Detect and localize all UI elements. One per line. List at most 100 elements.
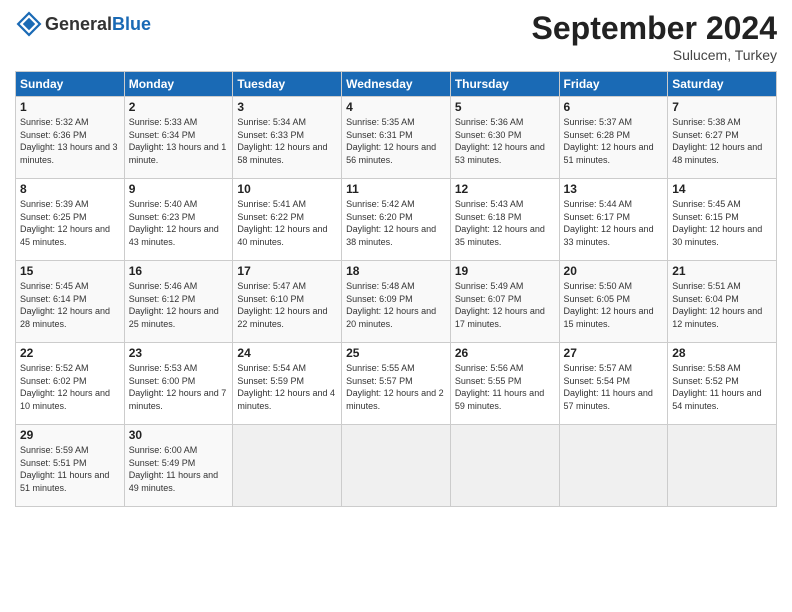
day-number: 22 <box>20 346 120 360</box>
day-info: Sunrise: 5:55 AM Sunset: 5:57 PM Dayligh… <box>346 362 446 412</box>
table-row: 22Sunrise: 5:52 AM Sunset: 6:02 PM Dayli… <box>16 343 125 425</box>
table-row <box>450 425 559 507</box>
day-number: 25 <box>346 346 446 360</box>
table-row: 16 Sunrise: 5:46 AM Sunset: 6:12 PM Dayli… <box>124 261 233 343</box>
table-row: 21 Sunrise: 5:51 AM Sunset: 6:04 PM Dayli… <box>668 261 777 343</box>
day-info: Sunrise: 5:50 AM Sunset: 6:05 PM Dayligh… <box>564 280 664 330</box>
logo: GeneralBlue <box>15 10 151 38</box>
table-row: 24 Sunrise: 5:54 AM Sunset: 5:59 PM Dayli… <box>233 343 342 425</box>
day-number: 9 <box>129 182 229 196</box>
day-number: 8 <box>20 182 120 196</box>
day-info: Sunrise: 5:51 AM Sunset: 6:04 PM Dayligh… <box>672 280 772 330</box>
table-row: 25 Sunrise: 5:55 AM Sunset: 5:57 PM Dayli… <box>342 343 451 425</box>
calendar-week: 8 Sunrise: 5:39 AM Sunset: 6:25 PM Daylig… <box>16 179 777 261</box>
day-info: Sunrise: 5:37 AM Sunset: 6:28 PM Dayligh… <box>564 116 664 166</box>
day-info: Sunrise: 5:58 AM Sunset: 5:52 PM Dayligh… <box>672 362 772 412</box>
table-row: 15 Sunrise: 5:45 AM Sunset: 6:14 PM Dayli… <box>16 261 125 343</box>
table-row: 3 Sunrise: 5:34 AM Sunset: 6:33 PM Daylig… <box>233 97 342 179</box>
table-row: 27Sunrise: 5:57 AM Sunset: 5:54 PM Dayli… <box>559 343 668 425</box>
table-row: 9 Sunrise: 5:40 AM Sunset: 6:23 PM Daylig… <box>124 179 233 261</box>
table-row: 30Sunrise: 6:00 AM Sunset: 5:49 PM Dayli… <box>124 425 233 507</box>
table-row: 28 Sunrise: 5:58 AM Sunset: 5:52 PM Dayli… <box>668 343 777 425</box>
table-row <box>559 425 668 507</box>
logo-text: GeneralBlue <box>45 14 151 35</box>
day-info: Sunrise: 5:45 AM Sunset: 6:15 PM Dayligh… <box>672 198 772 248</box>
day-number: 11 <box>346 182 446 196</box>
day-info: Sunrise: 5:48 AM Sunset: 6:09 PM Dayligh… <box>346 280 446 330</box>
day-number: 29 <box>20 428 120 442</box>
month-title: September 2024 <box>532 10 777 47</box>
table-row: 17 Sunrise: 5:47 AM Sunset: 6:10 PM Dayli… <box>233 261 342 343</box>
day-number: 19 <box>455 264 555 278</box>
day-info: Sunrise: 5:32 AM Sunset: 6:36 PM Dayligh… <box>20 116 120 166</box>
day-number: 23 <box>129 346 229 360</box>
col-friday: Friday <box>559 72 668 97</box>
logo-icon <box>15 10 43 38</box>
table-row: 2 Sunrise: 5:33 AM Sunset: 6:34 PM Daylig… <box>124 97 233 179</box>
table-row: 7 Sunrise: 5:38 AM Sunset: 6:27 PM Daylig… <box>668 97 777 179</box>
day-info: Sunrise: 5:38 AM Sunset: 6:27 PM Dayligh… <box>672 116 772 166</box>
day-number: 2 <box>129 100 229 114</box>
table-row: 11 Sunrise: 5:42 AM Sunset: 6:20 PM Dayli… <box>342 179 451 261</box>
day-info: Sunrise: 5:54 AM Sunset: 5:59 PM Dayligh… <box>237 362 337 412</box>
day-info: Sunrise: 5:34 AM Sunset: 6:33 PM Dayligh… <box>237 116 337 166</box>
col-wednesday: Wednesday <box>342 72 451 97</box>
col-sunday: Sunday <box>16 72 125 97</box>
day-info: Sunrise: 5:45 AM Sunset: 6:14 PM Dayligh… <box>20 280 120 330</box>
calendar-week: 22Sunrise: 5:52 AM Sunset: 6:02 PM Dayli… <box>16 343 777 425</box>
day-info: Sunrise: 5:43 AM Sunset: 6:18 PM Dayligh… <box>455 198 555 248</box>
day-number: 15 <box>20 264 120 278</box>
col-thursday: Thursday <box>450 72 559 97</box>
day-number: 10 <box>237 182 337 196</box>
table-row: 26 Sunrise: 5:56 AM Sunset: 5:55 PM Dayli… <box>450 343 559 425</box>
col-tuesday: Tuesday <box>233 72 342 97</box>
day-number: 13 <box>564 182 664 196</box>
day-number: 18 <box>346 264 446 278</box>
day-info: Sunrise: 5:59 AM Sunset: 5:51 PM Dayligh… <box>20 444 120 494</box>
day-info: Sunrise: 5:42 AM Sunset: 6:20 PM Dayligh… <box>346 198 446 248</box>
day-number: 3 <box>237 100 337 114</box>
day-number: 21 <box>672 264 772 278</box>
table-row: 20 Sunrise: 5:50 AM Sunset: 6:05 PM Dayli… <box>559 261 668 343</box>
day-number: 20 <box>564 264 664 278</box>
day-number: 7 <box>672 100 772 114</box>
logo-general: General <box>45 14 112 34</box>
table-row <box>342 425 451 507</box>
day-number: 14 <box>672 182 772 196</box>
table-row: 18 Sunrise: 5:48 AM Sunset: 6:09 PM Dayli… <box>342 261 451 343</box>
day-info: Sunrise: 5:46 AM Sunset: 6:12 PM Dayligh… <box>129 280 229 330</box>
day-info: Sunrise: 5:35 AM Sunset: 6:31 PM Dayligh… <box>346 116 446 166</box>
day-number: 5 <box>455 100 555 114</box>
header-row: Sunday Monday Tuesday Wednesday Thursday… <box>16 72 777 97</box>
table-row: 14 Sunrise: 5:45 AM Sunset: 6:15 PM Dayli… <box>668 179 777 261</box>
table-row: 12 Sunrise: 5:43 AM Sunset: 6:18 PM Dayli… <box>450 179 559 261</box>
calendar-week: 29 Sunrise: 5:59 AM Sunset: 5:51 PM Dayli… <box>16 425 777 507</box>
table-row: 10 Sunrise: 5:41 AM Sunset: 6:22 PM Dayli… <box>233 179 342 261</box>
day-info: Sunrise: 5:40 AM Sunset: 6:23 PM Dayligh… <box>129 198 229 248</box>
day-info: Sunrise: 5:41 AM Sunset: 6:22 PM Dayligh… <box>237 198 337 248</box>
day-info: Sunrise: 5:47 AM Sunset: 6:10 PM Dayligh… <box>237 280 337 330</box>
day-number: 28 <box>672 346 772 360</box>
day-number: 24 <box>237 346 337 360</box>
table-row: 23 Sunrise: 5:53 AM Sunset: 6:00 PM Dayli… <box>124 343 233 425</box>
day-info: Sunrise: 5:33 AM Sunset: 6:34 PM Dayligh… <box>129 116 229 166</box>
day-info: Sunrise: 5:56 AM Sunset: 5:55 PM Dayligh… <box>455 362 555 412</box>
table-row: 19Sunrise: 5:49 AM Sunset: 6:07 PM Dayli… <box>450 261 559 343</box>
day-number: 6 <box>564 100 664 114</box>
title-block: September 2024 Sulucem, Turkey <box>532 10 777 63</box>
day-number: 16 <box>129 264 229 278</box>
day-info: Sunrise: 5:53 AM Sunset: 6:00 PM Dayligh… <box>129 362 229 412</box>
table-row: 1 Sunrise: 5:32 AM Sunset: 6:36 PM Daylig… <box>16 97 125 179</box>
day-number: 12 <box>455 182 555 196</box>
calendar-week: 1 Sunrise: 5:32 AM Sunset: 6:36 PM Daylig… <box>16 97 777 179</box>
day-number: 1 <box>20 100 120 114</box>
calendar-week: 15 Sunrise: 5:45 AM Sunset: 6:14 PM Dayli… <box>16 261 777 343</box>
day-number: 17 <box>237 264 337 278</box>
logo-blue: Blue <box>112 14 151 34</box>
table-row: 29 Sunrise: 5:59 AM Sunset: 5:51 PM Dayli… <box>16 425 125 507</box>
table-row <box>668 425 777 507</box>
day-number: 26 <box>455 346 555 360</box>
table-row: 5Sunrise: 5:36 AM Sunset: 6:30 PM Daylig… <box>450 97 559 179</box>
table-row: 8 Sunrise: 5:39 AM Sunset: 6:25 PM Daylig… <box>16 179 125 261</box>
day-info: Sunrise: 5:39 AM Sunset: 6:25 PM Dayligh… <box>20 198 120 248</box>
